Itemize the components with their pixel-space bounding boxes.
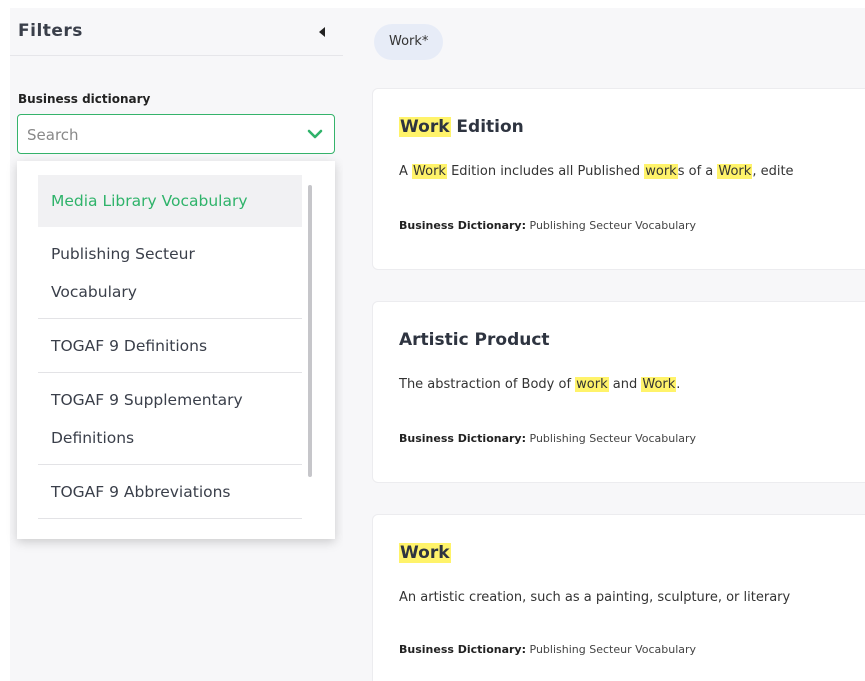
dictionary-dropdown: Media Library Vocabulary Publishing Sect…	[17, 161, 335, 539]
description-text: The abstraction of Body of	[399, 377, 576, 392]
search-term-chip[interactable]: Work*	[374, 24, 444, 60]
description-text: An artistic creation, such as a painting…	[399, 590, 791, 605]
description-text: .	[676, 377, 681, 392]
result-card[interactable]: Work Edition A Work Edition includes all…	[372, 88, 865, 270]
description-text: s of a	[677, 164, 718, 179]
dropdown-option-togaf-abbreviations[interactable]: TOGAF 9 Abbreviations	[38, 465, 302, 519]
dictionary-search-input[interactable]	[27, 124, 287, 146]
dropdown-scrollbar[interactable]	[308, 185, 312, 477]
result-card[interactable]: Artistic Product The abstraction of Body…	[372, 301, 865, 483]
meta-label: Business Dictionary:	[399, 643, 527, 656]
option-label: Media Library Vocabulary	[51, 192, 248, 210]
highlighted-term: Work	[641, 377, 677, 392]
title-rest: Artistic Product	[399, 330, 550, 350]
dictionary-search-box[interactable]	[17, 114, 335, 154]
title-highlight: Work	[399, 543, 451, 563]
result-dictionary: Business Dictionary: Publishing Secteur …	[399, 432, 696, 445]
highlighted-term: work	[575, 377, 609, 392]
caret-left-icon[interactable]	[319, 27, 325, 37]
dropdown-option-publishing-secteur[interactable]: Publishing Secteur Vocabulary	[38, 227, 302, 319]
title-rest: Edition	[450, 117, 524, 137]
dropdown-option-togaf-supplementary[interactable]: TOGAF 9 Supplementary Definitions	[38, 373, 302, 465]
dropdown-list: Media Library Vocabulary Publishing Sect…	[38, 175, 302, 519]
business-dictionary-label: Business dictionary	[18, 92, 151, 106]
result-description: The abstraction of Body of work and Work…	[399, 377, 680, 392]
result-card[interactable]: Work An artistic creation, such as a pai…	[372, 514, 865, 681]
filters-header: Filters	[10, 8, 343, 56]
description-text: Edition includes all Published	[446, 164, 645, 179]
meta-label: Business Dictionary:	[399, 432, 527, 445]
option-label-line2: Definitions	[51, 429, 135, 447]
description-text: A	[399, 164, 413, 179]
meta-value: Publishing Secteur Vocabulary	[526, 643, 697, 656]
dropdown-option-media-library[interactable]: Media Library Vocabulary	[38, 175, 302, 227]
title-highlight: Work	[399, 117, 451, 137]
description-text: , edite	[752, 164, 794, 179]
result-title[interactable]: Artistic Product	[399, 330, 550, 350]
highlighted-term: Work	[412, 164, 447, 179]
meta-value: Publishing Secteur Vocabulary	[526, 432, 697, 445]
option-label: TOGAF 9 Abbreviations	[51, 483, 231, 501]
result-title[interactable]: Work Edition	[399, 117, 524, 137]
chevron-down-icon[interactable]	[306, 125, 324, 143]
highlighted-term: Work	[717, 164, 753, 179]
result-description: An artistic creation, such as a painting…	[399, 590, 790, 605]
highlighted-term: work	[644, 164, 678, 179]
filters-title: Filters	[18, 21, 83, 41]
results-area: Work* Work Edition A Work Edition includ…	[343, 8, 865, 681]
description-text: and	[608, 377, 642, 392]
filters-panel: Filters Business dictionary Media Librar…	[10, 8, 343, 681]
option-label-line2: Vocabulary	[51, 283, 137, 301]
result-dictionary: Business Dictionary: Publishing Secteur …	[399, 219, 696, 232]
option-label-line1: Publishing Secteur	[51, 245, 195, 263]
result-description: A Work Edition includes all Published wo…	[399, 164, 794, 179]
dropdown-option-togaf-definitions[interactable]: TOGAF 9 Definitions	[38, 319, 302, 373]
meta-label: Business Dictionary:	[399, 219, 527, 232]
option-label-line1: TOGAF 9 Supplementary	[51, 391, 243, 409]
result-dictionary: Business Dictionary: Publishing Secteur …	[399, 643, 696, 656]
option-label: TOGAF 9 Definitions	[51, 337, 208, 355]
result-title[interactable]: Work	[399, 543, 451, 563]
meta-value: Publishing Secteur Vocabulary	[526, 219, 697, 232]
